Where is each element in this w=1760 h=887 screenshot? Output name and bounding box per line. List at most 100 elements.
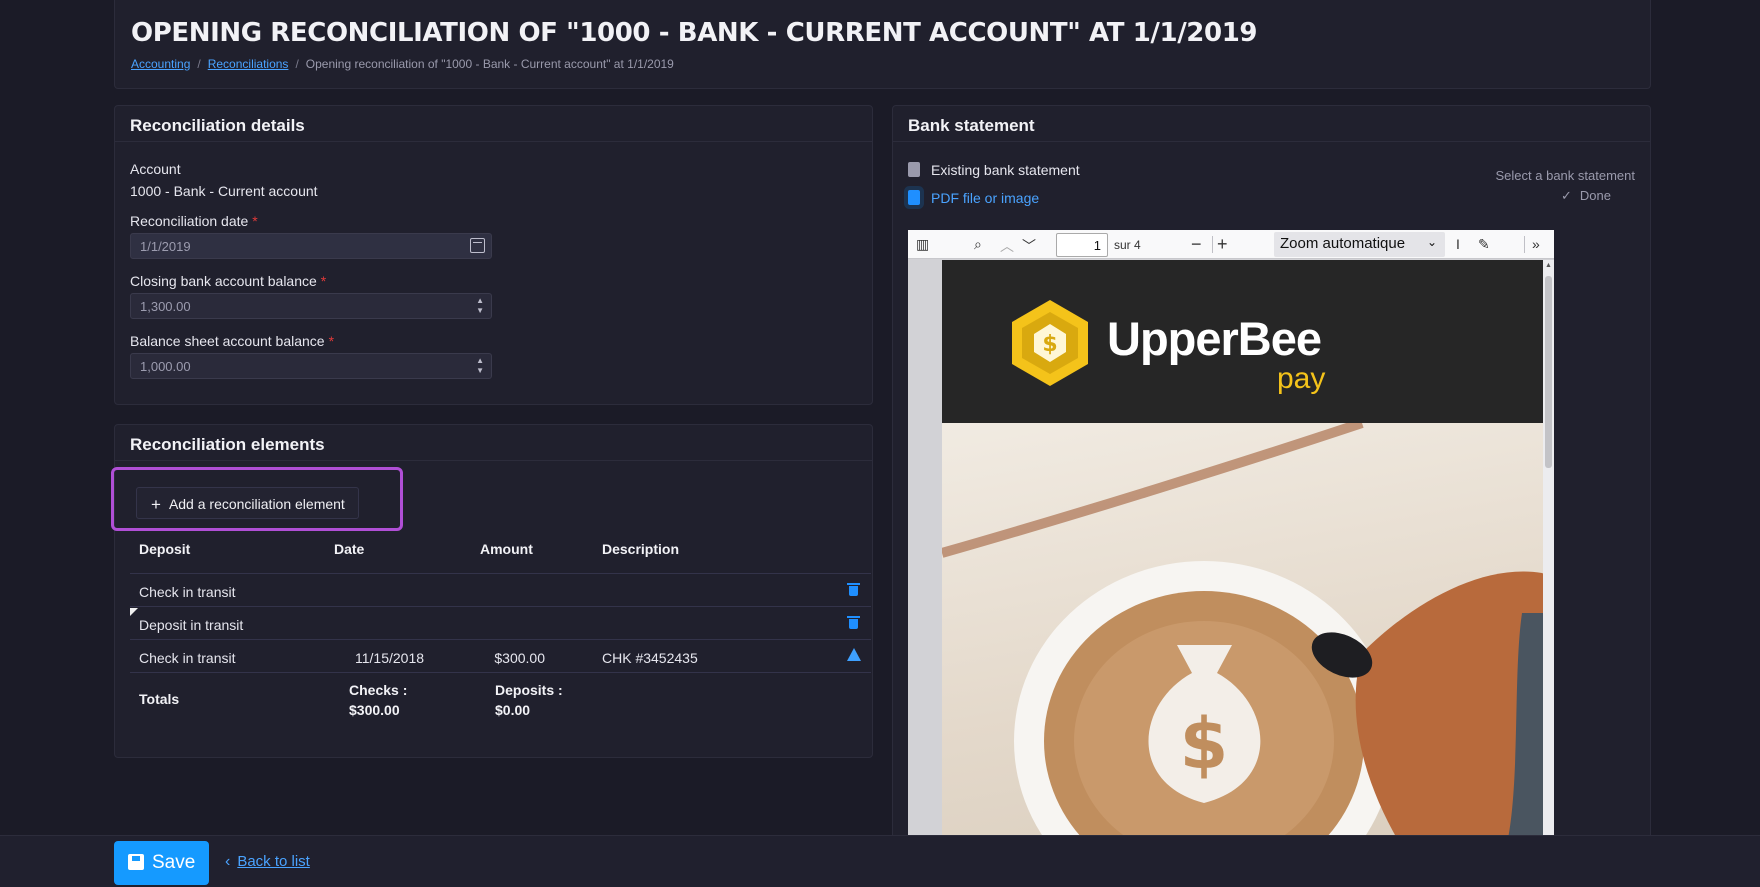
bank-statement-card: Bank statement Existing bank statement P… (892, 105, 1651, 845)
totals-row: Totals Checks : $300.00 Deposits : $0.00 (130, 672, 871, 732)
required-marker: * (252, 213, 258, 229)
svg-text:$: $ (1180, 703, 1229, 785)
search-icon[interactable]: ⌕ (974, 236, 982, 253)
coffee-photo: $ (942, 423, 1554, 844)
column-header-deposit[interactable]: Deposit (139, 541, 190, 557)
calendar-icon[interactable] (470, 238, 485, 253)
deposit-cell: Check in transit (139, 650, 236, 666)
reconciliation-date-field[interactable]: 1/1/2019 (130, 233, 492, 259)
breadcrumb-reconciliations-link[interactable]: Reconciliations (208, 57, 289, 71)
breadcrumb-accounting-link[interactable]: Accounting (131, 57, 190, 71)
closing-balance-input[interactable]: 1,300.00 ▲ ▼ (130, 293, 492, 319)
existing-statement-option[interactable]: Existing bank statement (908, 162, 1080, 178)
breadcrumb-current: Opening reconciliation of "1000 - Bank -… (305, 57, 674, 71)
plus-icon: + (151, 495, 161, 514)
account-value: 1000 - Bank - Current account (130, 183, 318, 199)
deposits-total-value: $0.00 (495, 702, 531, 718)
reconciliation-date-value: 1/1/2019 (140, 239, 191, 254)
zoom-select[interactable]: Zoom automatique ⌄ (1274, 232, 1445, 257)
scroll-thumb[interactable] (1545, 276, 1552, 468)
chevron-down-icon[interactable]: ﹀ (1022, 236, 1036, 256)
done-button[interactable]: ✓ Done (1561, 188, 1611, 204)
page-header: OPENING RECONCILIATION OF "1000 - BANK -… (114, 0, 1651, 89)
toolbar-divider (1212, 236, 1213, 253)
breadcrumb-separator: / (295, 57, 299, 71)
balance-sheet-label: Balance sheet account balance * (130, 333, 334, 349)
reconciliation-elements-card: Reconciliation elements + Add a reconcili… (111, 424, 873, 758)
pdf-page: $ UpperBee pay $ (942, 260, 1554, 844)
sidebar-toggle-icon[interactable]: ▥ (916, 236, 929, 253)
pen-icon[interactable]: ✎ (1478, 236, 1490, 253)
checks-total-label: Checks : (349, 682, 408, 698)
brand-name: UpperBee (1107, 312, 1322, 365)
description-cell: CHK #3452435 (602, 650, 698, 666)
deposit-cell: Deposit in transit (139, 617, 244, 633)
brand-subtitle: pay (1277, 362, 1326, 395)
chevron-left-icon: ‹ (225, 853, 231, 870)
page-total: sur 4 (1114, 238, 1141, 252)
balance-sheet-input[interactable]: 1,000.00 ▲ ▼ (130, 353, 492, 379)
done-label: Done (1579, 188, 1611, 203)
bank-statement-title: Bank statement (893, 106, 1650, 142)
add-reconciliation-element-button[interactable]: + Add a reconciliation element (136, 487, 359, 519)
required-marker: * (320, 273, 327, 289)
pdf-file-label: PDF file or image (931, 190, 1040, 206)
row-marker-icon (130, 608, 138, 616)
page-number-input[interactable]: 1 (1056, 233, 1108, 257)
balance-sheet-label-text: Balance sheet account balance (130, 333, 325, 349)
text-cursor-icon[interactable]: I (1456, 236, 1460, 252)
table-row[interactable]: Check in transit 11/15/2018 $300.00 CHK … (130, 639, 871, 672)
closing-balance-label: Closing bank account balance * (130, 273, 326, 289)
page-title: OPENING RECONCILIATION OF "1000 - BANK -… (131, 18, 1258, 48)
chevron-up-icon[interactable]: ▲ (1545, 262, 1552, 269)
pdf-scrollbar[interactable]: ▲ (1543, 260, 1554, 844)
closing-balance-label-text: Closing bank account balance (130, 273, 317, 289)
chevron-up-icon[interactable]: ︿ (1000, 236, 1014, 256)
breadcrumb-separator: / (197, 57, 201, 71)
closing-balance-value: 1,300.00 (140, 299, 191, 314)
column-header-description[interactable]: Description (602, 541, 679, 557)
back-to-list[interactable]: ‹ Back to list (225, 853, 310, 871)
table-row[interactable]: Deposit in transit (130, 606, 871, 639)
toolbar-divider (1524, 236, 1525, 253)
trash-icon[interactable] (847, 616, 860, 629)
double-chevron-right-icon[interactable]: » (1532, 236, 1540, 252)
reconciliation-date-label: Reconciliation date * (130, 213, 258, 229)
brand-banner: $ UpperBee pay (942, 260, 1554, 423)
reconciliation-date-label-text: Reconciliation date (130, 213, 249, 229)
checks-total-value: $300.00 (349, 702, 400, 718)
logo-hex-icon: $ (1012, 300, 1088, 386)
reconciliation-details-card: Reconciliation details Account 1000 - Ba… (114, 105, 873, 405)
add-reconciliation-element-label: Add a reconciliation element (168, 496, 345, 512)
trash-icon[interactable] (847, 583, 860, 596)
back-to-list-link[interactable]: Back to list (237, 853, 310, 870)
date-cell: 11/15/2018 (355, 650, 425, 666)
number-spinner-icon[interactable]: ▲ ▼ (476, 356, 484, 376)
save-button[interactable]: Save (114, 841, 209, 885)
zoom-out-icon[interactable]: − (1191, 234, 1202, 255)
checks-total: Checks : $300.00 (349, 680, 407, 720)
column-header-amount[interactable]: Amount (480, 541, 533, 557)
floppy-disk-icon (128, 854, 144, 870)
balance-sheet-value: 1,000.00 (140, 359, 191, 374)
zoom-value: Zoom automatique (1280, 235, 1406, 252)
pdf-toolbar: ▥ ⌕ ︿ ﹀ 1 sur 4 − + Zoom automatique ⌄ I … (908, 230, 1554, 259)
coffee-illustration: $ (942, 423, 1554, 844)
pdf-file-option[interactable]: PDF file or image (908, 190, 1039, 206)
select-statement-hint: Select a bank statement (1495, 168, 1635, 183)
deposits-total-label: Deposits : (495, 682, 563, 698)
pdf-viewer[interactable]: ▥ ⌕ ︿ ﹀ 1 sur 4 − + Zoom automatique ⌄ I … (908, 230, 1554, 844)
deposit-cell: Check in transit (139, 584, 236, 600)
zoom-in-icon[interactable]: + (1217, 234, 1228, 255)
reconciliation-details-title: Reconciliation details (115, 106, 872, 142)
save-label: Save (152, 852, 196, 873)
number-spinner-icon[interactable]: ▲ ▼ (476, 296, 484, 316)
footer-bar: Save ‹ Back to list (0, 835, 1760, 887)
totals-label: Totals (139, 691, 180, 707)
warning-icon[interactable] (847, 648, 861, 661)
reconciliation-elements-title: Reconciliation elements (115, 425, 872, 461)
column-header-date[interactable]: Date (334, 541, 364, 557)
table-row[interactable]: Check in transit (130, 573, 871, 606)
existing-statement-label: Existing bank statement (931, 162, 1080, 178)
deposits-total: Deposits : $0.00 (495, 680, 563, 720)
